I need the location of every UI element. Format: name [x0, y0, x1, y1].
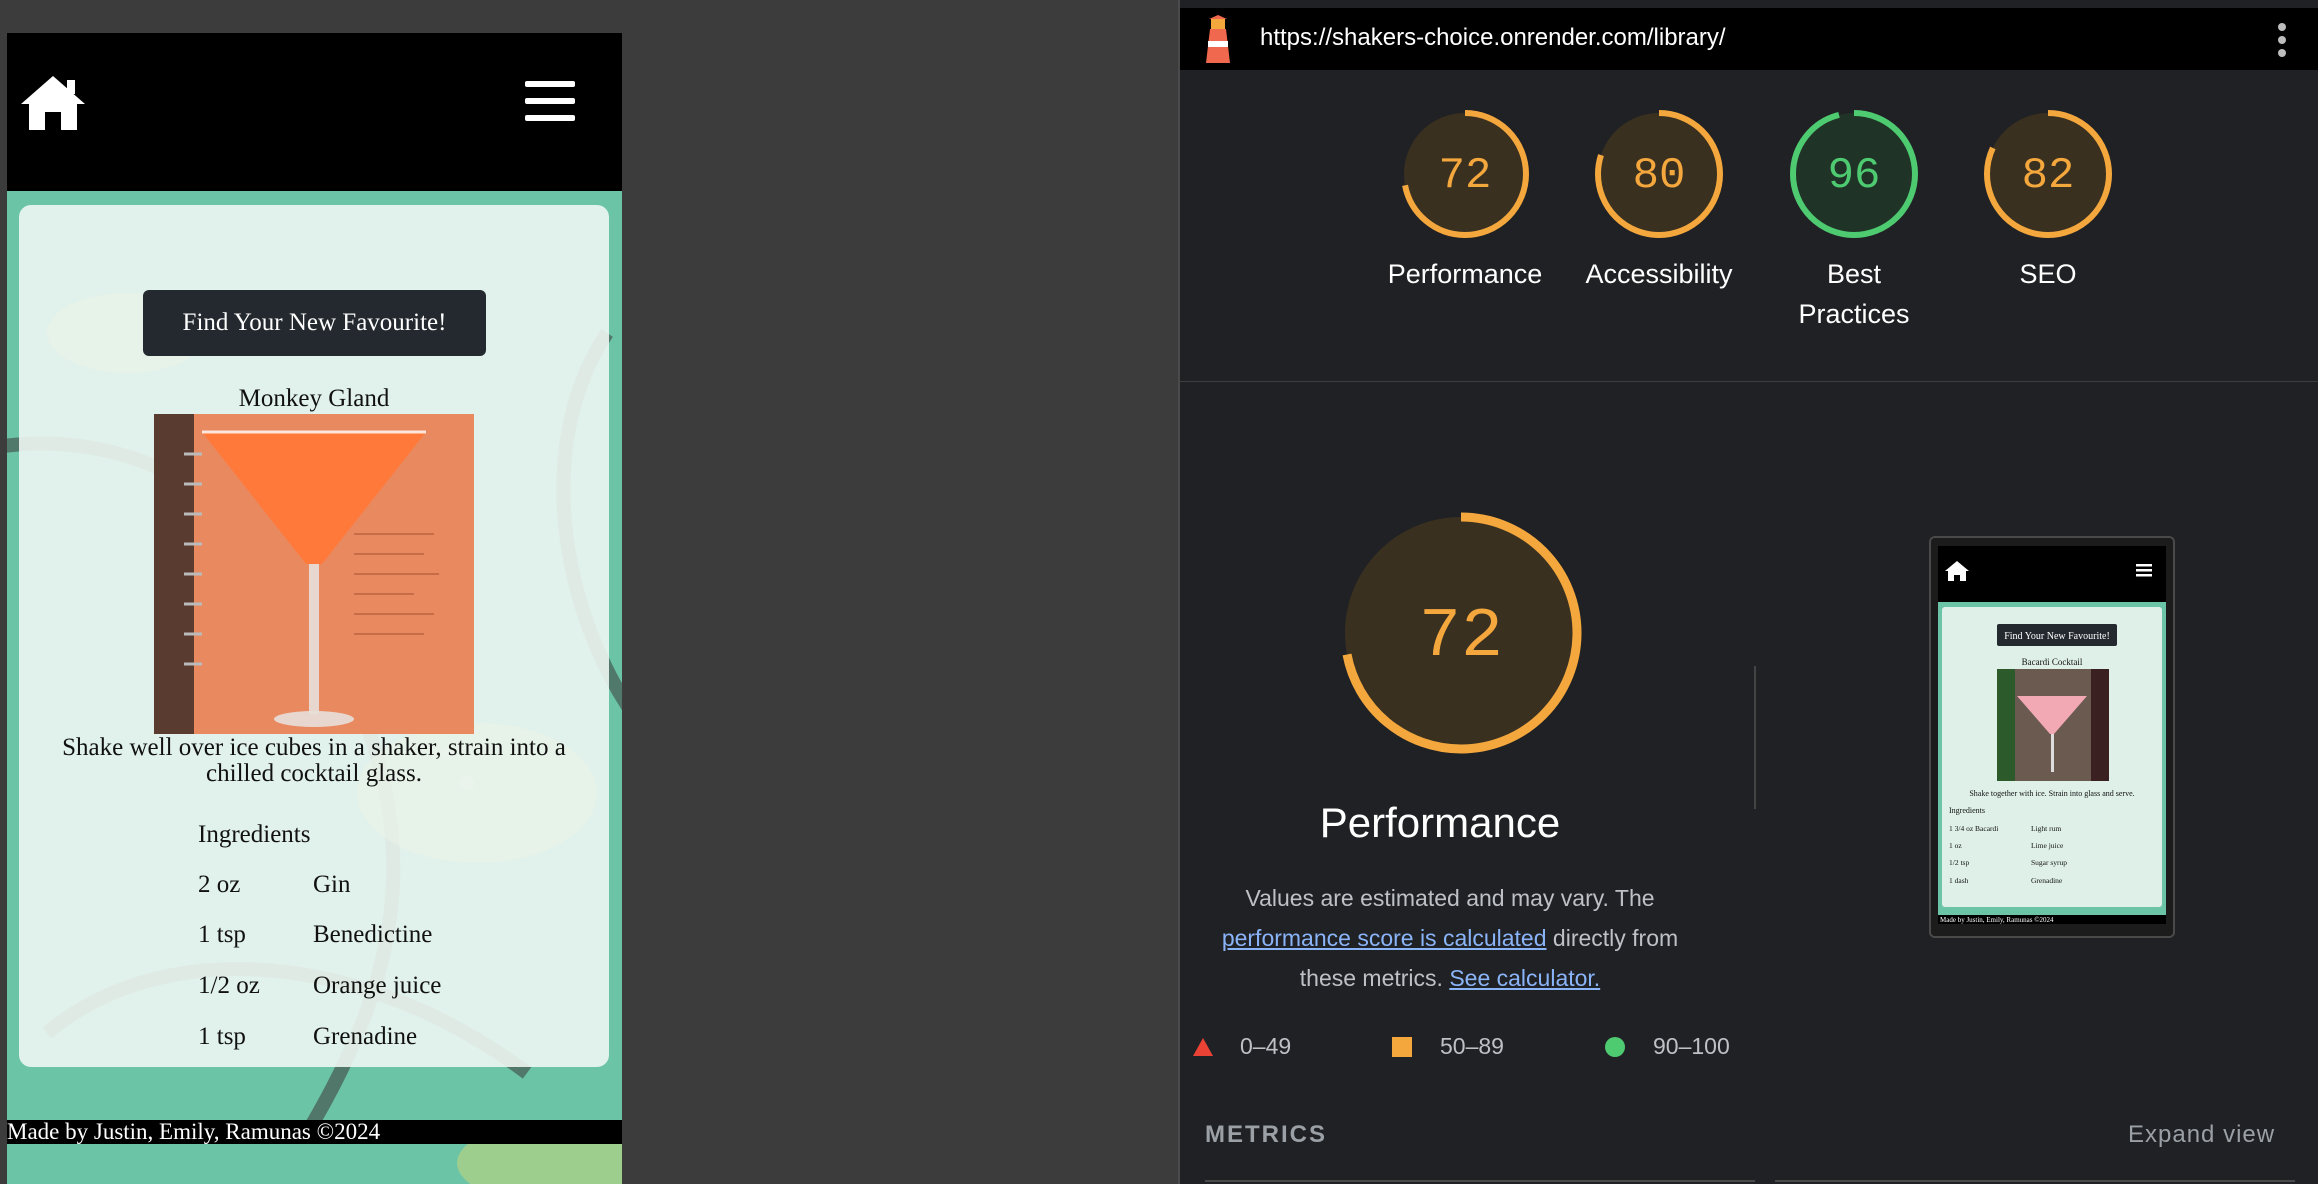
thumb-ingredient-name: Lime juice	[2031, 841, 2064, 850]
legend-range: 0–49	[1240, 1033, 1292, 1059]
gauge-accessibility[interactable]: 80 Accessibility	[1574, 108, 1744, 294]
score-calculated-link[interactable]: performance score is calculated	[1222, 925, 1547, 951]
circle-icon	[1605, 1037, 1625, 1057]
ingredient-quantity: 1/2 oz	[198, 972, 260, 999]
report-url: https://shakers-choice.onrender.com/libr…	[1260, 24, 1726, 51]
performance-note: Values are estimated and may vary. The p…	[1210, 878, 1690, 998]
ingredients-heading: Ingredients	[198, 821, 311, 848]
site-footer: Made by Justin, Emily, Ramunas ©2024	[7, 1120, 622, 1144]
performance-big-gauge: 72	[1340, 512, 1582, 754]
legend-fail: 0–49	[1192, 1033, 1291, 1060]
see-calculator-link[interactable]: See calculator.	[1449, 965, 1600, 991]
metrics-heading: METRICS	[1205, 1121, 1327, 1148]
square-icon	[1392, 1037, 1412, 1057]
gauge-label: SEO	[2019, 259, 2077, 289]
hamburger-menu-icon[interactable]	[525, 81, 575, 121]
vertical-divider	[1754, 666, 1756, 809]
thumb-menu-icon	[2136, 564, 2152, 577]
thumb-ingredients-heading: Ingredients	[1949, 806, 1985, 815]
find-favourite-button[interactable]: Find Your New Favourite!	[143, 290, 486, 356]
thumb-drink-name: Bacardi Cocktail	[2022, 657, 2083, 667]
performance-big-label: Performance	[1319, 799, 1561, 846]
thumb-ingredient-name: Grenadine	[2031, 876, 2063, 885]
report-url-bar: https://shakers-choice.onrender.com/libr…	[1180, 8, 2318, 70]
lighthouse-icon	[1206, 15, 1230, 63]
gauge-best-practices[interactable]: 96 Best Practices	[1769, 108, 1939, 334]
gauge-performance[interactable]: 72 Performance	[1380, 108, 1550, 294]
expand-view-toggle[interactable]: Expand view	[2128, 1121, 2275, 1149]
site-header	[7, 33, 622, 191]
thumb-footer: Made by Justin, Emily, Ramunas ©2024	[1940, 916, 2054, 924]
thumb-ingredient-quantity: 1/2 tsp	[1949, 858, 1969, 867]
gauge-seo[interactable]: 82 SEO	[1963, 108, 2133, 294]
performance-big-score: 72	[1419, 598, 1503, 677]
section-divider	[1180, 381, 2318, 382]
gauge-score: 72	[1439, 151, 1492, 201]
more-options-icon[interactable]	[2276, 22, 2288, 58]
ingredient-name: Grenadine	[313, 1023, 418, 1050]
gauge-ring: 80	[1595, 110, 1723, 238]
ingredient-row: 2 oz Gin	[198, 871, 351, 899]
drink-card: Find Your New Favourite! Monkey Gland Sh…	[19, 205, 609, 1067]
gauge-score: 82	[2022, 151, 2075, 201]
gauge-score: 96	[1828, 151, 1881, 201]
gauge-label: Performance	[1387, 259, 1543, 289]
gauge-ring: 82	[1984, 110, 2112, 238]
mobile-site-preview: Find Your New Favourite! Monkey Gland Sh…	[7, 33, 622, 1184]
ingredient-quantity: 1 tsp	[198, 1023, 246, 1050]
metrics-rule	[1205, 1180, 1755, 1182]
note-text: Values are estimated and may vary. The	[1245, 885, 1655, 911]
gauge-ring: 72	[1401, 110, 1529, 238]
thumb-ingredient-quantity: 1 3/4 oz Bacardi	[1949, 824, 1998, 833]
page-screenshot-thumbnail: Find Your New Favourite! Bacardi Cocktai…	[1929, 536, 2175, 938]
ingredient-row: 1 tsp Benedictine	[198, 921, 432, 949]
home-icon[interactable]	[17, 72, 89, 132]
ingredient-quantity: 2 oz	[198, 871, 241, 898]
thumb-method: Shake together with ice. Strain into gla…	[1969, 789, 2134, 798]
legend-pass: 90–100	[1605, 1033, 1730, 1060]
legend-average: 50–89	[1392, 1033, 1504, 1060]
ingredient-name: Orange juice	[313, 972, 442, 999]
legend-range: 50–89	[1440, 1033, 1504, 1059]
ingredient-name: Gin	[313, 871, 351, 898]
thumb-button-text: Find Your New Favourite!	[2004, 631, 2110, 642]
thumb-ingredient-name: Sugar syrup	[2031, 858, 2067, 867]
screenshot-render: Find Your New Favourite! Bacardi Cocktai…	[1931, 538, 2173, 936]
thumb-ingredient-name: Light rum	[2031, 824, 2061, 833]
thumb-ingredient-quantity: 1 oz	[1949, 841, 1962, 850]
metrics-rule	[1775, 1180, 2295, 1182]
triangle-icon	[1193, 1038, 1213, 1056]
ingredient-name: Benedictine	[313, 921, 433, 948]
gauge-label: Accessibility	[1585, 259, 1733, 289]
gauge-ring: 96	[1790, 110, 1918, 238]
drink-name: Monkey Gland	[238, 385, 390, 412]
gauge-label: Best Practices	[1798, 259, 1910, 329]
gauge-score: 80	[1633, 151, 1686, 201]
ingredient-row: 1/2 oz Orange juice	[198, 972, 441, 1000]
thumb-ingredient-quantity: 1 dash	[1949, 876, 1969, 885]
legend-range: 90–100	[1653, 1033, 1730, 1059]
ingredient-row: 1 tsp Grenadine	[198, 1023, 417, 1051]
drink-method: Shake well over ice cubes in a shaker, s…	[62, 734, 566, 787]
lighthouse-report: https://shakers-choice.onrender.com/libr…	[1178, 0, 2318, 1184]
drink-photo	[154, 414, 474, 734]
ingredient-quantity: 1 tsp	[198, 921, 246, 948]
